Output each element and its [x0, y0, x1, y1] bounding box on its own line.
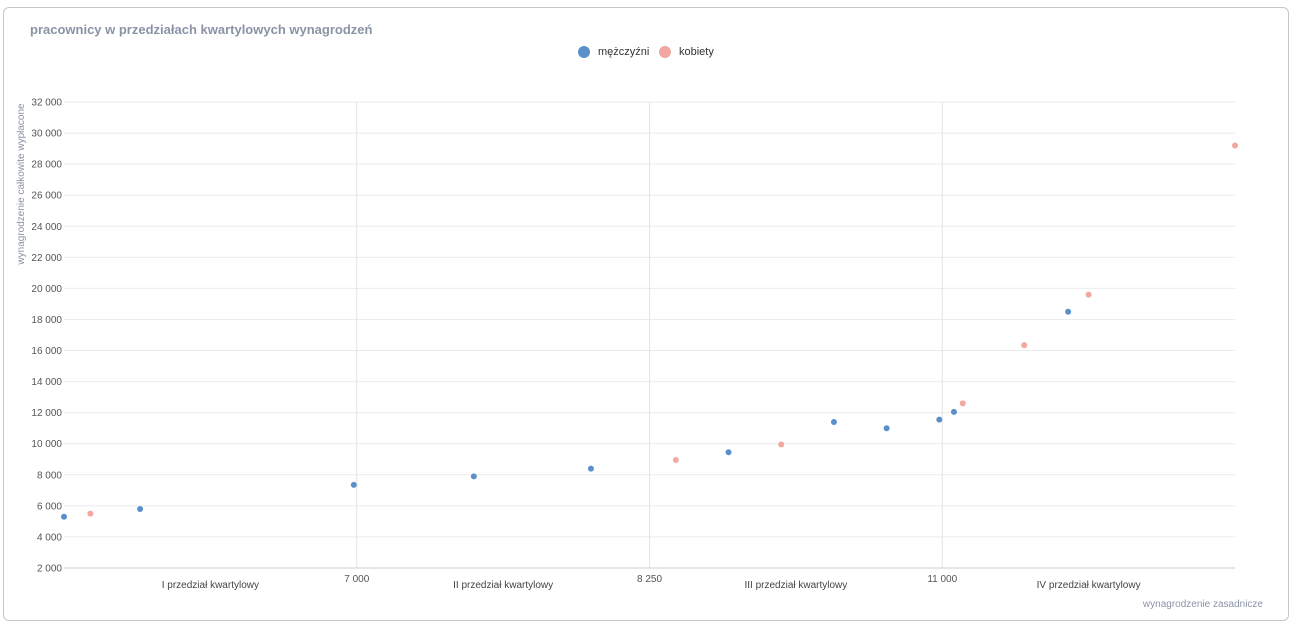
- point-women: [1085, 291, 1092, 298]
- x-tick-label: 11 000: [927, 574, 957, 585]
- point-men: [883, 425, 890, 432]
- point-men: [830, 418, 837, 425]
- point-women: [778, 441, 785, 448]
- point-women: [672, 457, 679, 464]
- quartile-band-label: I przedział kwartylowy: [162, 580, 259, 591]
- y-tick-label: 6 000: [37, 501, 62, 512]
- point-women: [959, 400, 966, 407]
- point-men: [137, 505, 144, 512]
- point-men: [936, 416, 943, 423]
- point-women: [1232, 142, 1238, 149]
- y-tick-label: 16 000: [31, 346, 62, 357]
- point-men: [470, 473, 477, 480]
- quartile-band-label: II przedział kwartylowy: [453, 580, 553, 591]
- point-women: [1021, 342, 1028, 349]
- y-tick-label: 20 000: [31, 284, 62, 295]
- quartile-band-label: IV przedział kwartylowy: [1037, 580, 1141, 591]
- y-tick-label: 14 000: [31, 377, 62, 388]
- y-tick-label: 12 000: [31, 408, 62, 419]
- y-tick-label: 24 000: [31, 222, 62, 233]
- y-tick-label: 18 000: [31, 315, 62, 326]
- quartile-band-label: III przedział kwartylowy: [744, 580, 847, 591]
- y-tick-label: 2 000: [37, 564, 62, 575]
- point-women: [87, 510, 94, 517]
- y-tick-label: 30 000: [31, 129, 62, 140]
- point-men: [725, 449, 732, 456]
- point-men: [1065, 308, 1072, 315]
- y-tick-label: 26 000: [31, 191, 62, 202]
- y-tick-label: 10 000: [31, 439, 62, 450]
- x-axis-title: wynagrodzenie zasadnicze: [1142, 599, 1264, 610]
- point-men: [61, 513, 67, 520]
- y-tick-label: 8 000: [37, 470, 62, 481]
- y-tick-label: 32 000: [31, 98, 62, 109]
- y-tick-label: 4 000: [37, 532, 62, 543]
- point-men: [950, 408, 957, 415]
- y-tick-label: 22 000: [31, 253, 62, 264]
- scatter-plot: 2 000 4 000 6 000 8 000 10 000 12 000 14 000 16…: [16, 98, 1264, 611]
- x-tick-label: 7 000: [344, 574, 369, 585]
- y-tick-label: 28 000: [31, 160, 62, 171]
- point-men: [587, 465, 594, 472]
- y-axis-title: wynagrodzenie całkowite wypłacone: [16, 103, 27, 266]
- x-tick-label: 8 250: [637, 574, 662, 585]
- point-men: [350, 481, 357, 488]
